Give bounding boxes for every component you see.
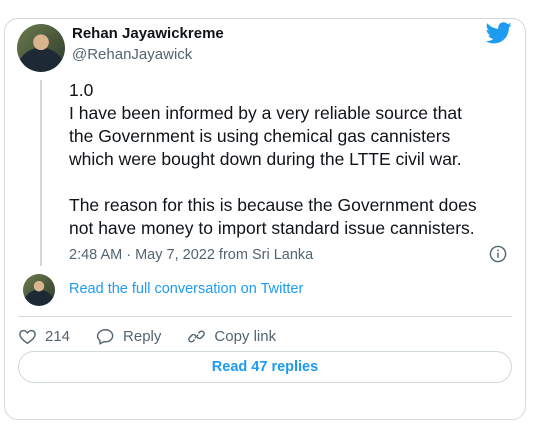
author-avatar[interactable] <box>17 24 65 72</box>
reply-label: Reply <box>123 327 162 345</box>
copy-link-label: Copy link <box>214 327 277 345</box>
copy-link-button[interactable]: Copy link <box>187 327 276 346</box>
thread-avatar[interactable] <box>23 274 55 306</box>
link-icon <box>188 330 206 342</box>
like-count: 214 <box>45 327 71 345</box>
read-replies-button[interactable]: Read 47 replies <box>18 351 512 383</box>
speech-bubble-icon <box>96 328 114 345</box>
author-name[interactable]: Rehan Jayawickreme <box>72 25 224 42</box>
divider <box>18 316 512 317</box>
info-icon[interactable] <box>489 245 507 263</box>
action-bar: 214 Reply Copy link <box>18 324 302 348</box>
like-button[interactable]: 214 <box>18 327 70 346</box>
tweet-text: 1.0 I have been informed by a very relia… <box>69 80 477 238</box>
tweet-timestamp[interactable]: 2:48 AM · May 7, 2022 from Sri Lanka <box>69 247 313 263</box>
twitter-bird-icon[interactable] <box>486 22 512 44</box>
reply-button[interactable]: Reply <box>96 327 161 346</box>
thread-line <box>40 80 42 266</box>
heart-icon <box>19 329 36 344</box>
author-handle[interactable]: @RehanJayawick <box>72 46 192 63</box>
read-full-conversation-link[interactable]: Read the full conversation on Twitter <box>69 281 303 297</box>
